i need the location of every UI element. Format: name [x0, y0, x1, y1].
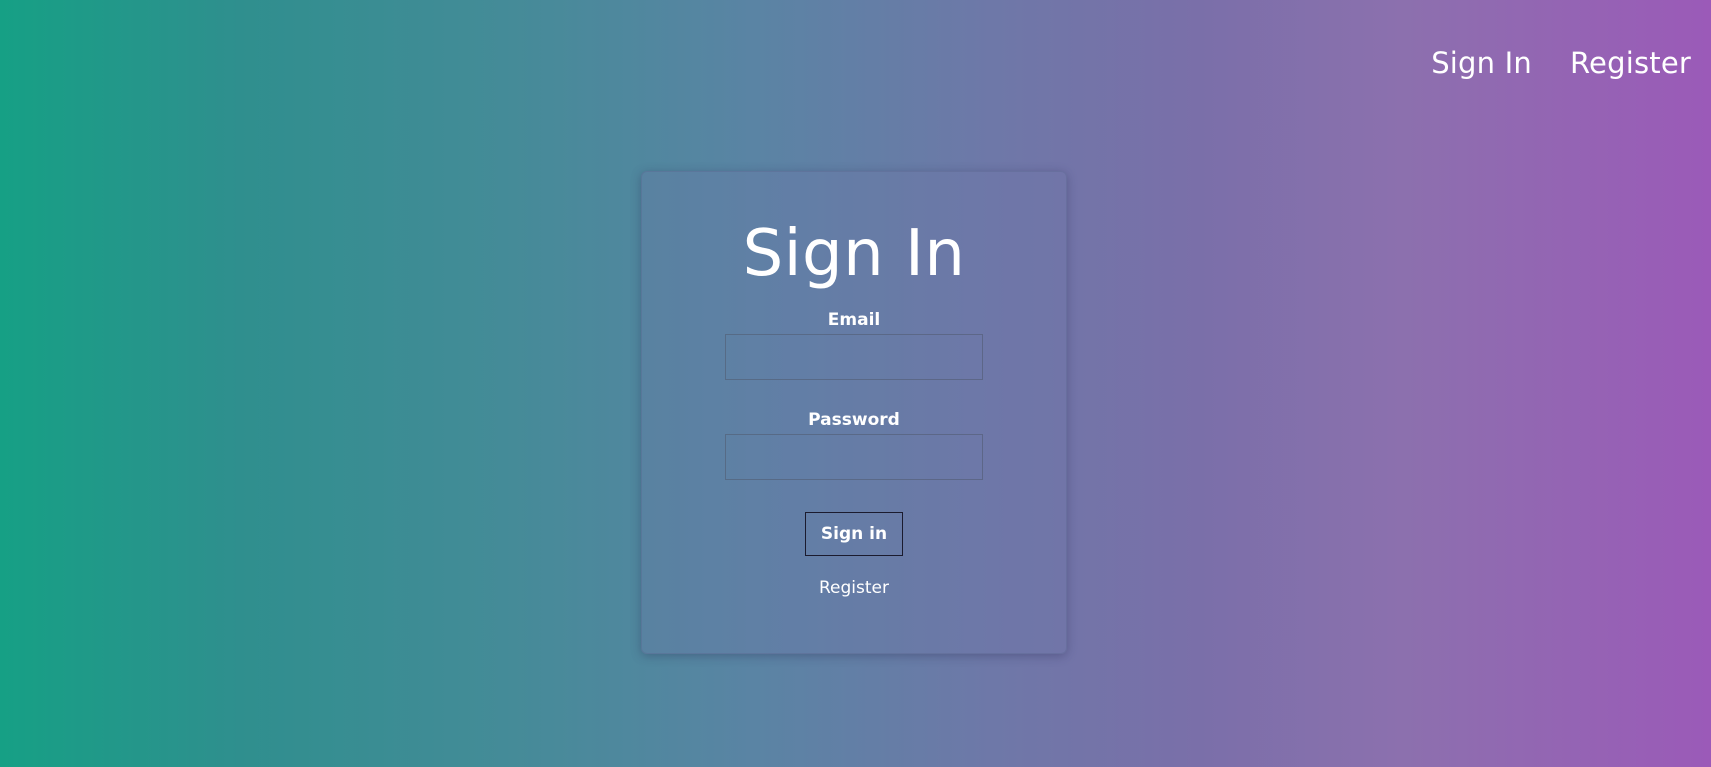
password-label: Password: [808, 410, 900, 430]
sign-in-button[interactable]: Sign in: [805, 512, 903, 556]
nav-sign-in-link[interactable]: Sign In: [1431, 44, 1532, 82]
email-label: Email: [827, 310, 881, 330]
top-navigation: Sign In Register: [1431, 44, 1691, 82]
sign-in-card: Sign In Email Password Sign in Register: [641, 171, 1067, 654]
nav-register-link[interactable]: Register: [1570, 44, 1691, 82]
register-link[interactable]: Register: [642, 578, 1066, 598]
page-title: Sign In: [742, 217, 966, 291]
email-field[interactable]: [725, 334, 983, 380]
password-field[interactable]: [725, 434, 983, 480]
